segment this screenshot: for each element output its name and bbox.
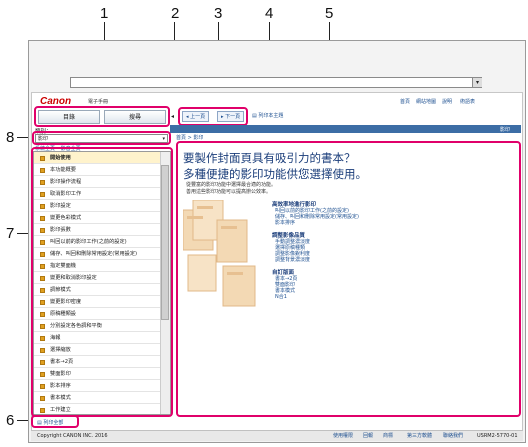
footer-link-contact[interactable]: 聯絡我們 bbox=[443, 431, 463, 442]
address-bar[interactable] bbox=[70, 77, 482, 88]
top-link-sitemap[interactable]: 網站地圖 bbox=[416, 98, 436, 105]
product-title: 電子手冊 bbox=[88, 99, 109, 105]
callout-frame-3 bbox=[178, 107, 248, 126]
footer-link-feedback[interactable]: 回報 bbox=[363, 431, 373, 442]
sidebar-toggle-icon[interactable]: ◂ bbox=[171, 113, 174, 120]
footer-link-terms[interactable]: 使用權限 bbox=[333, 431, 353, 442]
callout-frame-1 bbox=[34, 106, 170, 127]
callout-2: 2 bbox=[171, 5, 180, 22]
footer-link-trademarks[interactable]: 商標 bbox=[383, 431, 393, 442]
top-link-home[interactable]: 首頁 bbox=[400, 98, 410, 105]
callout-3: 3 bbox=[214, 5, 223, 22]
callout-frame-6 bbox=[31, 415, 79, 428]
callout-6: 6 bbox=[6, 412, 15, 429]
document-code: USRM2-5770-01 bbox=[477, 433, 518, 439]
content-header-bar bbox=[170, 125, 521, 133]
callout-4: 4 bbox=[265, 5, 274, 22]
print-topic-button[interactable]: ▤ 列印本主題 bbox=[252, 112, 283, 119]
callout-frame-5 bbox=[176, 141, 521, 417]
top-link-glossary[interactable]: 術語表 bbox=[460, 98, 475, 105]
footer-link-third-party[interactable]: 第三方軟體 bbox=[407, 431, 432, 442]
address-dropdown-button[interactable]: ▾ bbox=[472, 78, 482, 87]
callout-7: 7 bbox=[6, 225, 15, 242]
page-tag: 影印 bbox=[500, 127, 511, 133]
callout-8: 8 bbox=[6, 129, 15, 146]
copyright: Copyright CANON INC. 2016 bbox=[37, 433, 108, 439]
footer: Copyright CANON INC. 2016 使用權限 回報 商標 第三方… bbox=[31, 430, 523, 441]
top-link-help[interactable]: 說明 bbox=[442, 98, 452, 105]
callout-frame-7 bbox=[31, 147, 173, 417]
breadcrumb[interactable]: 首頁 > 影印 bbox=[176, 134, 203, 141]
callout-frame-8 bbox=[32, 131, 171, 145]
callout-1: 1 bbox=[100, 5, 109, 22]
callout-5: 5 bbox=[325, 5, 334, 22]
